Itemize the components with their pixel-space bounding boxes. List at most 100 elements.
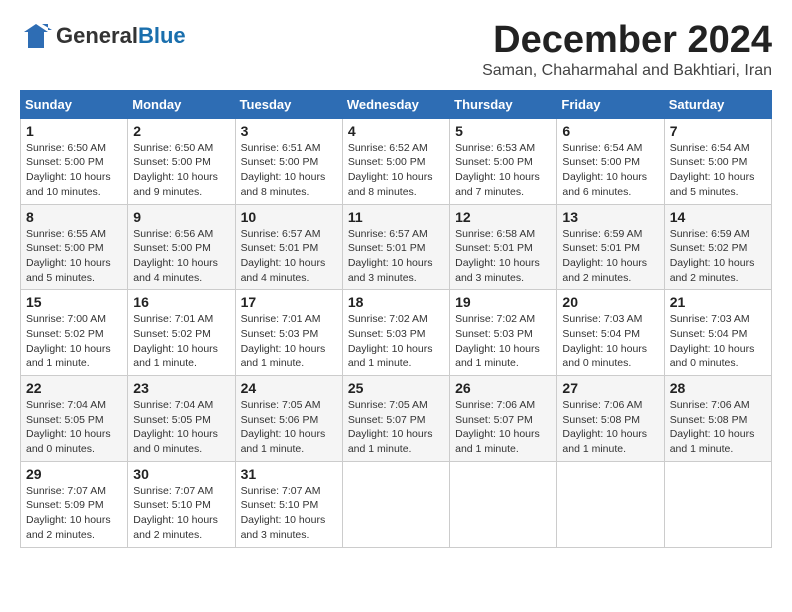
day-info: Sunrise: 7:03 AM Sunset: 5:04 PM Dayligh…	[562, 312, 658, 371]
day-number: 15	[26, 294, 122, 310]
day-number: 13	[562, 209, 658, 225]
calendar-cell: 7 Sunrise: 6:54 AM Sunset: 5:00 PM Daylig…	[664, 118, 771, 204]
day-info: Sunrise: 7:03 AM Sunset: 5:04 PM Dayligh…	[670, 312, 766, 371]
calendar-cell: 28Sunrise: 7:06 AM Sunset: 5:08 PM Dayli…	[664, 376, 771, 462]
calendar-cell: 6 Sunrise: 6:54 AM Sunset: 5:00 PM Daylig…	[557, 118, 664, 204]
weekday-header-sunday: Sunday	[21, 90, 128, 118]
calendar-cell: 3 Sunrise: 6:51 AM Sunset: 5:00 PM Daylig…	[235, 118, 342, 204]
weekday-header-row: SundayMondayTuesdayWednesdayThursdayFrid…	[21, 90, 772, 118]
day-info: Sunrise: 6:57 AM Sunset: 5:01 PM Dayligh…	[241, 227, 337, 286]
logo: GeneralBlue	[20, 20, 186, 52]
title-area: December 2024 Saman, Chaharmahal and Bak…	[482, 20, 772, 80]
day-number: 23	[133, 380, 229, 396]
calendar-cell: 24 Sunrise: 7:05 AM Sunset: 5:06 PM Dayli…	[235, 376, 342, 462]
day-info: Sunrise: 6:55 AM Sunset: 5:00 PM Dayligh…	[26, 227, 122, 286]
calendar-cell: 16 Sunrise: 7:01 AM Sunset: 5:02 PM Dayli…	[128, 290, 235, 376]
calendar-cell: 23 Sunrise: 7:04 AM Sunset: 5:05 PM Dayli…	[128, 376, 235, 462]
logo-icon	[20, 20, 52, 52]
calendar-cell: 8 Sunrise: 6:55 AM Sunset: 5:00 PM Daylig…	[21, 204, 128, 290]
day-number: 19	[455, 294, 551, 310]
location-subtitle: Saman, Chaharmahal and Bakhtiari, Iran	[482, 62, 772, 80]
calendar-cell: 21Sunrise: 7:03 AM Sunset: 5:04 PM Dayli…	[664, 290, 771, 376]
day-info: Sunrise: 7:01 AM Sunset: 5:03 PM Dayligh…	[241, 312, 337, 371]
day-number: 20	[562, 294, 658, 310]
day-number: 27	[562, 380, 658, 396]
calendar-cell: 29 Sunrise: 7:07 AM Sunset: 5:09 PM Dayli…	[21, 461, 128, 547]
day-info: Sunrise: 7:02 AM Sunset: 5:03 PM Dayligh…	[348, 312, 444, 371]
calendar-cell: 18Sunrise: 7:02 AM Sunset: 5:03 PM Dayli…	[342, 290, 449, 376]
day-info: Sunrise: 7:05 AM Sunset: 5:07 PM Dayligh…	[348, 398, 444, 457]
calendar-cell: 31 Sunrise: 7:07 AM Sunset: 5:10 PM Dayli…	[235, 461, 342, 547]
calendar-cell	[342, 461, 449, 547]
day-info: Sunrise: 7:07 AM Sunset: 5:10 PM Dayligh…	[241, 484, 337, 543]
day-number: 10	[241, 209, 337, 225]
calendar-cell: 15 Sunrise: 7:00 AM Sunset: 5:02 PM Dayli…	[21, 290, 128, 376]
day-number: 2	[133, 123, 229, 139]
calendar-cell: 10 Sunrise: 6:57 AM Sunset: 5:01 PM Dayli…	[235, 204, 342, 290]
calendar-cell	[557, 461, 664, 547]
calendar-cell: 13Sunrise: 6:59 AM Sunset: 5:01 PM Dayli…	[557, 204, 664, 290]
calendar-cell: 5Sunrise: 6:53 AM Sunset: 5:00 PM Daylig…	[450, 118, 557, 204]
day-info: Sunrise: 7:06 AM Sunset: 5:07 PM Dayligh…	[455, 398, 551, 457]
day-info: Sunrise: 7:00 AM Sunset: 5:02 PM Dayligh…	[26, 312, 122, 371]
day-info: Sunrise: 7:06 AM Sunset: 5:08 PM Dayligh…	[562, 398, 658, 457]
day-info: Sunrise: 6:50 AM Sunset: 5:00 PM Dayligh…	[26, 141, 122, 200]
day-number: 30	[133, 466, 229, 482]
day-info: Sunrise: 7:07 AM Sunset: 5:09 PM Dayligh…	[26, 484, 122, 543]
day-info: Sunrise: 7:05 AM Sunset: 5:06 PM Dayligh…	[241, 398, 337, 457]
day-info: Sunrise: 6:52 AM Sunset: 5:00 PM Dayligh…	[348, 141, 444, 200]
day-info: Sunrise: 6:51 AM Sunset: 5:00 PM Dayligh…	[241, 141, 337, 200]
weekday-header-monday: Monday	[128, 90, 235, 118]
day-number: 11	[348, 209, 444, 225]
header: GeneralBlue December 2024 Saman, Chaharm…	[20, 20, 772, 80]
day-number: 28	[670, 380, 766, 396]
day-info: Sunrise: 7:07 AM Sunset: 5:10 PM Dayligh…	[133, 484, 229, 543]
calendar-cell	[664, 461, 771, 547]
calendar-cell: 20 Sunrise: 7:03 AM Sunset: 5:04 PM Dayli…	[557, 290, 664, 376]
weekday-header-saturday: Saturday	[664, 90, 771, 118]
day-info: Sunrise: 6:54 AM Sunset: 5:00 PM Dayligh…	[562, 141, 658, 200]
day-info: Sunrise: 6:56 AM Sunset: 5:00 PM Dayligh…	[133, 227, 229, 286]
day-info: Sunrise: 6:54 AM Sunset: 5:00 PM Dayligh…	[670, 141, 766, 200]
calendar-cell: 30 Sunrise: 7:07 AM Sunset: 5:10 PM Dayli…	[128, 461, 235, 547]
weekday-header-wednesday: Wednesday	[342, 90, 449, 118]
day-number: 5	[455, 123, 551, 139]
calendar-cell: 19 Sunrise: 7:02 AM Sunset: 5:03 PM Dayli…	[450, 290, 557, 376]
weekday-header-friday: Friday	[557, 90, 664, 118]
calendar-week-3: 15 Sunrise: 7:00 AM Sunset: 5:02 PM Dayli…	[21, 290, 772, 376]
weekday-header-tuesday: Tuesday	[235, 90, 342, 118]
day-number: 6	[562, 123, 658, 139]
day-number: 8	[26, 209, 122, 225]
calendar-week-5: 29 Sunrise: 7:07 AM Sunset: 5:09 PM Dayli…	[21, 461, 772, 547]
day-info: Sunrise: 7:02 AM Sunset: 5:03 PM Dayligh…	[455, 312, 551, 371]
day-number: 4	[348, 123, 444, 139]
day-number: 31	[241, 466, 337, 482]
day-number: 7	[670, 123, 766, 139]
day-info: Sunrise: 6:57 AM Sunset: 5:01 PM Dayligh…	[348, 227, 444, 286]
day-number: 3	[241, 123, 337, 139]
day-info: Sunrise: 7:01 AM Sunset: 5:02 PM Dayligh…	[133, 312, 229, 371]
calendar-table: SundayMondayTuesdayWednesdayThursdayFrid…	[20, 90, 772, 548]
day-number: 17	[241, 294, 337, 310]
day-number: 16	[133, 294, 229, 310]
calendar-cell: 1 Sunrise: 6:50 AM Sunset: 5:00 PM Daylig…	[21, 118, 128, 204]
calendar-week-2: 8 Sunrise: 6:55 AM Sunset: 5:00 PM Daylig…	[21, 204, 772, 290]
day-number: 1	[26, 123, 122, 139]
day-number: 26	[455, 380, 551, 396]
calendar-week-1: 1 Sunrise: 6:50 AM Sunset: 5:00 PM Daylig…	[21, 118, 772, 204]
day-info: Sunrise: 6:50 AM Sunset: 5:00 PM Dayligh…	[133, 141, 229, 200]
day-info: Sunrise: 7:04 AM Sunset: 5:05 PM Dayligh…	[26, 398, 122, 457]
day-number: 24	[241, 380, 337, 396]
logo-text: GeneralBlue	[56, 23, 186, 48]
calendar-cell: 2 Sunrise: 6:50 AM Sunset: 5:00 PM Daylig…	[128, 118, 235, 204]
day-number: 12	[455, 209, 551, 225]
month-title: December 2024	[482, 20, 772, 62]
day-info: Sunrise: 7:04 AM Sunset: 5:05 PM Dayligh…	[133, 398, 229, 457]
day-number: 29	[26, 466, 122, 482]
day-number: 14	[670, 209, 766, 225]
calendar-cell: 9 Sunrise: 6:56 AM Sunset: 5:00 PM Daylig…	[128, 204, 235, 290]
calendar-cell: 27 Sunrise: 7:06 AM Sunset: 5:08 PM Dayli…	[557, 376, 664, 462]
day-number: 9	[133, 209, 229, 225]
day-info: Sunrise: 6:59 AM Sunset: 5:02 PM Dayligh…	[670, 227, 766, 286]
calendar-cell: 12Sunrise: 6:58 AM Sunset: 5:01 PM Dayli…	[450, 204, 557, 290]
